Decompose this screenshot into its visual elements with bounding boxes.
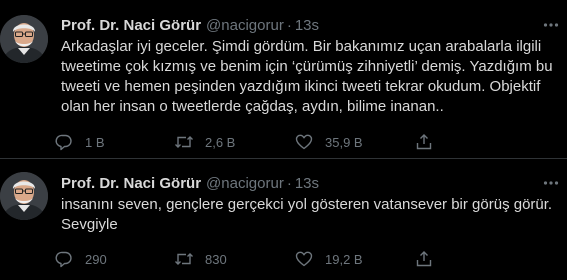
like-count: 35,9 B	[325, 134, 363, 150]
avatar[interactable]	[0, 15, 48, 63]
separator: ·	[286, 174, 292, 192]
avatar-image	[0, 15, 48, 63]
retweet-count: 2,6 B	[205, 134, 236, 150]
timestamp[interactable]: 13s	[295, 175, 319, 192]
handle[interactable]: @nacigorur	[206, 17, 284, 34]
avatar-image	[0, 172, 48, 220]
tweet-text: Arkadaşlar iyi geceler. Şimdi gördüm. Bi…	[61, 38, 553, 115]
reply-icon	[55, 251, 72, 268]
handle[interactable]: @nacigorur	[206, 175, 284, 192]
tweet-header: Prof. Dr. Naci Görür @nacigorur · 13s	[61, 173, 319, 193]
reply-button[interactable]: 290	[53, 248, 173, 270]
separator: ·	[286, 16, 292, 34]
reply-icon	[55, 134, 72, 151]
tweet-actions: 290 830 19,2 B	[53, 248, 453, 270]
retweet-count: 830	[205, 251, 227, 267]
timestamp[interactable]: 13s	[295, 17, 319, 34]
retweet-icon	[175, 136, 193, 148]
like-button[interactable]: 19,2 B	[293, 248, 413, 270]
share-icon	[416, 134, 432, 150]
avatar[interactable]	[0, 172, 48, 220]
tweet-text: insanını seven, gençlere gerçekci yol gö…	[61, 196, 553, 233]
retweet-icon	[175, 253, 193, 265]
retweet-button[interactable]: 2,6 B	[173, 131, 293, 153]
more-horizontal-icon	[543, 23, 559, 27]
display-name[interactable]: Prof. Dr. Naci Görür	[61, 17, 201, 34]
heart-icon	[295, 134, 313, 150]
more-horizontal-icon	[543, 181, 559, 185]
tweet-actions: 1 B 2,6 B 35,9 B	[53, 131, 453, 153]
retweet-button[interactable]: 830	[173, 248, 293, 270]
more-button[interactable]	[541, 173, 561, 193]
tweet[interactable]: Prof. Dr. Naci Görür @nacigorur · 13s in…	[0, 166, 567, 280]
reply-count: 290	[85, 251, 107, 267]
share-button[interactable]	[413, 248, 453, 270]
share-button[interactable]	[413, 131, 453, 153]
display-name[interactable]: Prof. Dr. Naci Görür	[61, 175, 201, 192]
tweet[interactable]: Prof. Dr. Naci Görür @nacigorur · 13s Ar…	[0, 0, 567, 153]
share-icon	[416, 251, 432, 267]
more-button[interactable]	[541, 15, 561, 35]
tweet-divider	[0, 158, 567, 159]
like-button[interactable]: 35,9 B	[293, 131, 413, 153]
reply-count: 1 B	[85, 134, 105, 150]
reply-button[interactable]: 1 B	[53, 131, 173, 153]
tweet-header: Prof. Dr. Naci Görür @nacigorur · 13s	[61, 15, 319, 35]
heart-icon	[295, 251, 313, 267]
like-count: 19,2 B	[325, 251, 363, 267]
